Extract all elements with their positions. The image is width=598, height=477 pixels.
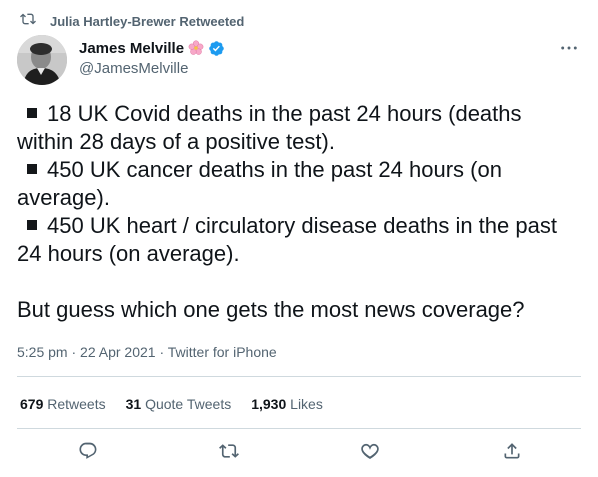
- tweet-meta: 5:25 pm · 22 Apr 2021 · Twitter for iPho…: [17, 342, 277, 362]
- tweet-client[interactable]: Twitter for iPhone: [168, 344, 277, 360]
- retweets-label: Retweets: [47, 396, 106, 412]
- quote-tweets-count: 31: [125, 396, 142, 412]
- retweet-label[interactable]: Julia Hartley-Brewer Retweeted: [50, 14, 244, 29]
- quote-tweets-stat[interactable]: 31 Quote Tweets: [126, 394, 232, 414]
- display-name[interactable]: James Melville: [79, 40, 184, 57]
- likes-stat[interactable]: 1,930 Likes: [251, 394, 323, 414]
- square-bullet-icon: [27, 164, 37, 175]
- quote-tweets-label: Quote Tweets: [145, 396, 232, 412]
- action-bar: [0, 440, 598, 468]
- retweet-icon: [20, 11, 36, 32]
- more-dots-icon: [560, 38, 578, 56]
- retweet-icon: [219, 441, 239, 466]
- reply-icon: [78, 441, 98, 466]
- tweet-text: 18 UK Covid deaths in the past 24 hours …: [17, 100, 583, 324]
- tweet-line: 18 UK Covid deaths in the past 24 hours …: [17, 100, 583, 128]
- share-icon: [502, 441, 522, 466]
- tweet-line: within 28 days of a positive test).: [17, 129, 335, 154]
- user-handle[interactable]: @JamesMelville: [79, 60, 225, 77]
- tweet-time[interactable]: 5:25 pm: [17, 344, 68, 360]
- tweet-line: 24 hours (on average).: [17, 241, 240, 266]
- likes-count: 1,930: [251, 396, 287, 412]
- more-options-button[interactable]: [558, 38, 580, 56]
- divider: [17, 428, 581, 429]
- square-bullet-icon: [27, 220, 37, 231]
- divider: [17, 376, 581, 377]
- tweet-stats: 679 Retweets 31 Quote Tweets 1,930 Likes: [20, 394, 323, 414]
- retweets-count: 679: [20, 396, 44, 412]
- square-bullet-icon: [27, 108, 37, 119]
- retweet-context[interactable]: Julia Hartley-Brewer Retweeted: [20, 11, 244, 31]
- paragraph-break: [17, 268, 583, 296]
- verified-badge-icon: [208, 40, 225, 57]
- like-icon: [360, 441, 380, 466]
- retweets-stat[interactable]: 679 Retweets: [20, 394, 106, 414]
- tweet-line: 450 UK heart / circulatory disease death…: [17, 212, 583, 240]
- tweet-line: But guess which one gets the most news c…: [17, 297, 525, 322]
- likes-label: Likes: [290, 396, 323, 412]
- author-info[interactable]: James Melville @JamesMelville: [79, 38, 225, 77]
- retweet-button[interactable]: [218, 442, 240, 464]
- tweet-line: average).: [17, 185, 110, 210]
- meta-separator: ·: [71, 344, 77, 360]
- like-button[interactable]: [359, 442, 381, 464]
- meta-separator: ·: [159, 344, 165, 360]
- tweet-line: 450 UK cancer deaths in the past 24 hour…: [17, 156, 583, 184]
- tweet-date[interactable]: 22 Apr 2021: [80, 344, 156, 360]
- cherry-blossom-icon: [188, 40, 204, 56]
- share-button[interactable]: [501, 442, 523, 464]
- reply-button[interactable]: [77, 442, 99, 464]
- avatar[interactable]: [17, 35, 67, 85]
